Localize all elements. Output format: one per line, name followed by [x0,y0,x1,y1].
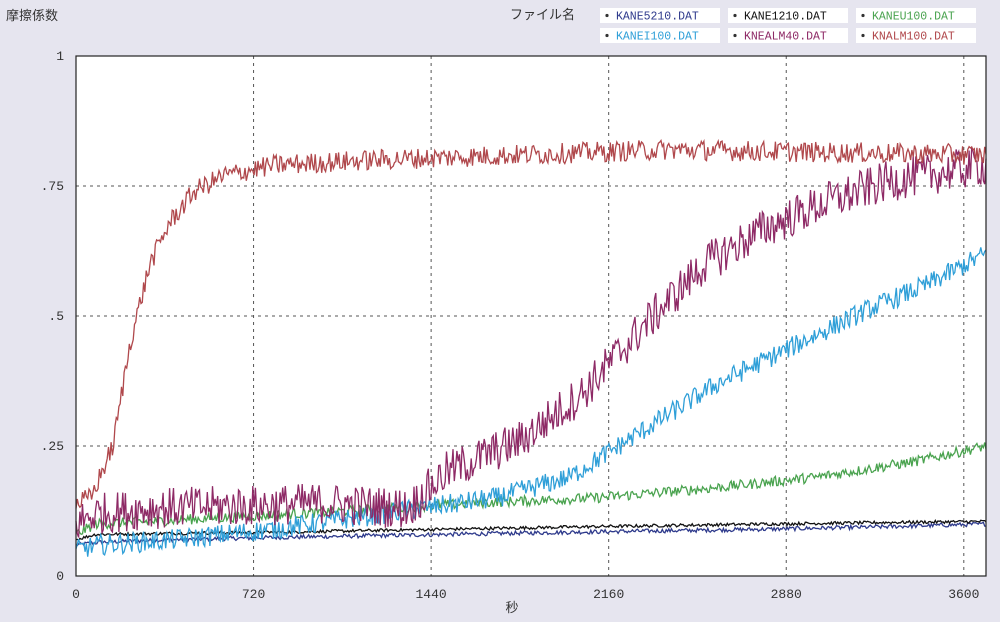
y-tick-label: 0 [56,569,64,584]
legend-item-label: KNEALM40.DAT [744,31,827,44]
legend-item-label: KANE5210.DAT [616,11,699,24]
legend-title: ファイル名 [510,7,575,23]
x-tick-label: 720 [242,587,265,602]
legend-item-label: KANE1210.DAT [744,11,827,24]
legend-bullet [733,13,737,18]
chart-svg: 0 720 1440 2160 2880 3600 0 .25 .5 .75 1 摩擦係数 秒 ファ… [6,7,987,616]
legend-item-label: KANEI100.DAT [616,31,699,44]
y-tick-label: .25 [41,439,64,454]
legend-bullet [861,33,865,38]
legend-bullet [605,13,609,18]
y-tick-label: .75 [41,179,64,194]
legend-bullet [733,33,737,38]
x-axis-title: 秒 [505,601,518,616]
legend-item-label: KANEU100.DAT [872,11,955,24]
x-tick-label: 2880 [771,587,802,602]
y-tick-label: .5 [48,309,64,324]
x-tick-label: 1440 [416,587,447,602]
y-tick-label: 1 [56,49,64,64]
x-tick-label: 3600 [948,587,979,602]
legend-bullet [605,33,609,38]
x-tick-label: 2160 [593,587,624,602]
x-tick-label: 0 [72,587,80,602]
legend-item-label: KNALM100.DAT [872,31,955,44]
legend: ファイル名 KANE5210.DAT KANE1210.DAT KANEU100.D… [510,7,976,44]
y-axis-title: 摩擦係数 [6,8,58,24]
legend-bullet [861,13,865,18]
chart: 0 720 1440 2160 2880 3600 0 .25 .5 .75 1 摩擦係数 秒 ファ… [0,0,1000,622]
